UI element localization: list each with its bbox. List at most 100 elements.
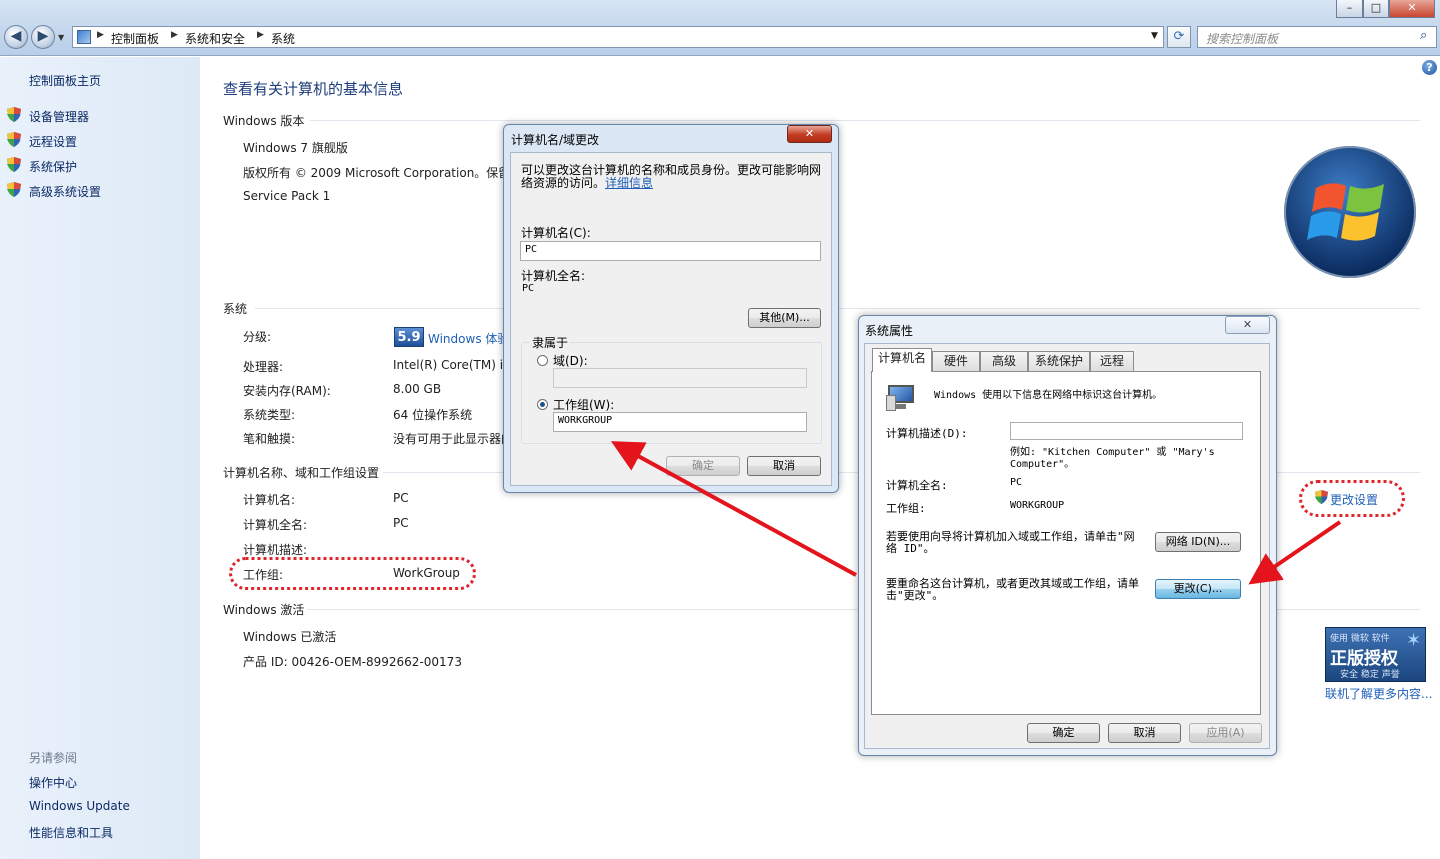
shield-icon [7, 157, 21, 172]
other-button[interactable]: 其他(M)... [748, 308, 821, 328]
properties-workgroup-label: 工作组: [886, 502, 926, 515]
processor-label: 处理器: [243, 360, 284, 374]
domain-input[interactable] [553, 368, 807, 388]
see-also-heading: 另请参阅 [29, 751, 78, 765]
refresh-icon: ⟳ [1173, 29, 1185, 44]
computer-monitor-icon [886, 383, 918, 411]
remote-settings-link[interactable]: 远程设置 [29, 133, 77, 150]
control-panel-home-link[interactable]: 控制面板主页 [29, 72, 101, 89]
breadcrumb-separator-icon[interactable]: ▶ [171, 30, 178, 40]
breadcrumb-system-security[interactable]: 系统和安全 [185, 30, 245, 47]
performance-tools-link[interactable]: 性能信息和工具 [29, 824, 113, 841]
search-placeholder: 搜索控制面板 [1206, 32, 1279, 46]
description-label: 计算机描述: [243, 543, 308, 557]
full-name-field-value: PC [522, 283, 535, 294]
tab-system-protection[interactable]: 系统保护 [1028, 351, 1090, 371]
details-link[interactable]: 详细信息 [605, 176, 653, 190]
full-name-label: 计算机全名: [243, 518, 308, 532]
more-online-link[interactable]: 联机了解更多内容... [1325, 685, 1432, 702]
experience-index-badge[interactable]: 5.9 [394, 327, 424, 347]
dialog-title: 计算机名/域更改 [511, 133, 600, 147]
dialog-close-button[interactable]: ✕ [787, 125, 832, 143]
product-id: 产品 ID: 00426-OEM-8992662-00173 [243, 655, 462, 669]
computer-description-label: 计算机描述(D): [886, 427, 968, 440]
workgroup-radio-label: 工作组(W): [553, 398, 615, 412]
system-heading: 系统 [223, 302, 248, 316]
domain-radio-label: 域(D): [553, 354, 588, 368]
ram-label: 安装内存(RAM): [243, 384, 331, 398]
computer-description-input[interactable] [1010, 422, 1243, 440]
system-protection-link[interactable]: 系统保护 [29, 158, 77, 175]
join-domain-text: 若要使用向导将计算机加入域或工作组，请单击"网络 ID"。 [886, 530, 1135, 555]
domain-radio[interactable] [537, 355, 548, 366]
computer-name-heading: 计算机名称、域和工作组设置 [223, 466, 380, 480]
breadcrumb-system[interactable]: 系统 [271, 30, 295, 47]
back-button[interactable]: ◀ [4, 25, 28, 49]
system-type-value: 64 位操作系统 [393, 408, 473, 422]
shield-icon [7, 132, 21, 147]
forward-arrow-icon: ▶ [37, 28, 49, 44]
close-icon: ✕ [804, 127, 815, 140]
action-center-link[interactable]: 操作中心 [29, 774, 77, 791]
forward-button[interactable]: ▶ [31, 25, 55, 49]
help-icon[interactable]: ? [1422, 60, 1437, 75]
recent-pages-icon[interactable]: ▼ [58, 33, 64, 42]
properties-ok-button[interactable]: 确定 [1027, 723, 1100, 743]
network-id-button[interactable]: 网络 ID(N)... [1155, 532, 1241, 552]
processor-value: Intel(R) Core(TM) i5 [393, 358, 504, 372]
dialog-ok-button[interactable]: 确定 [666, 456, 740, 476]
windows-edition-heading: Windows 版本 [223, 114, 305, 128]
workgroup-input[interactable]: WORKGROUP [553, 412, 807, 432]
windows-logo [1284, 146, 1416, 278]
activation-heading: Windows 激活 [223, 603, 305, 617]
full-name-value: PC [393, 516, 409, 530]
address-bar[interactable]: ▶ 控制面板 ▶ 系统和安全 ▶ 系统 ▼ [72, 26, 1164, 48]
breadcrumb-separator-icon[interactable]: ▶ [257, 30, 264, 40]
address-dropdown-icon[interactable]: ▼ [1151, 31, 1158, 41]
computer-name-input[interactable]: PC [520, 241, 821, 261]
properties-cancel-button[interactable]: 取消 [1108, 723, 1181, 743]
workgroup-radio[interactable] [537, 399, 548, 410]
minimize-button[interactable]: – [1336, 0, 1363, 18]
tab-remote[interactable]: 远程 [1090, 351, 1134, 371]
computer-name-label: 计算机名: [243, 493, 296, 507]
change-settings-highlight [1299, 480, 1405, 517]
tab-computer-name[interactable]: 计算机名 [872, 348, 932, 372]
tab-hardware[interactable]: 硬件 [932, 351, 980, 371]
rating-label: 分级: [243, 330, 272, 344]
ram-value: 8.00 GB [393, 382, 442, 396]
breadcrumb-separator-icon[interactable]: ▶ [97, 30, 104, 40]
search-input[interactable]: 搜索控制面板 ⌕ [1197, 26, 1437, 48]
section-divider [310, 120, 1420, 121]
intro-text-content: 可以更改这台计算机的名称和成员身份。更改可能影响网络资源的访问。 [521, 164, 822, 190]
genuine-big-text: 正版授权 [1330, 649, 1398, 669]
advanced-system-settings-link[interactable]: 高级系统设置 [29, 183, 101, 200]
windows-update-link[interactable]: Windows Update [29, 799, 130, 813]
close-window-button[interactable]: ✕ [1389, 0, 1435, 18]
properties-apply-button[interactable]: 应用(A) [1189, 723, 1262, 743]
windows-flag-icon [1307, 183, 1384, 241]
shield-icon [7, 107, 21, 122]
back-arrow-icon: ◀ [10, 28, 22, 44]
copyright-text: 版权所有 © 2009 Microsoft Corporation。保留所有权利… [243, 166, 505, 180]
change-button[interactable]: 更改(C)... [1155, 579, 1241, 599]
dialog-cancel-button[interactable]: 取消 [747, 456, 821, 476]
maximize-button[interactable]: □ [1363, 0, 1389, 18]
search-icon[interactable]: ⌕ [1420, 28, 1427, 43]
page-title: 查看有关计算机的基本信息 [223, 80, 404, 98]
member-of-label: 隶属于 [530, 334, 571, 351]
experience-index-link[interactable]: Windows 体验指数 [428, 330, 504, 347]
star-icon: ✶ [1406, 630, 1422, 651]
properties-close-button[interactable]: ✕ [1225, 316, 1270, 334]
pen-touch-label: 笔和触摸: [243, 432, 296, 446]
breadcrumb-control-panel[interactable]: 控制面板 [111, 30, 159, 47]
control-panel-icon [77, 30, 91, 44]
full-name-field-label: 计算机全名: [521, 269, 586, 283]
genuine-microsoft-badge[interactable]: 使用 微软 软件 正版授权 安全 稳定 声誉 ✶ [1325, 627, 1426, 682]
refresh-button[interactable]: ⟳ [1167, 26, 1191, 48]
genuine-small-text: 使用 微软 软件 [1330, 634, 1390, 644]
tab-advanced[interactable]: 高级 [980, 351, 1028, 371]
shield-icon [7, 182, 21, 197]
device-manager-link[interactable]: 设备管理器 [29, 108, 89, 125]
workgroup-highlight [229, 557, 476, 590]
